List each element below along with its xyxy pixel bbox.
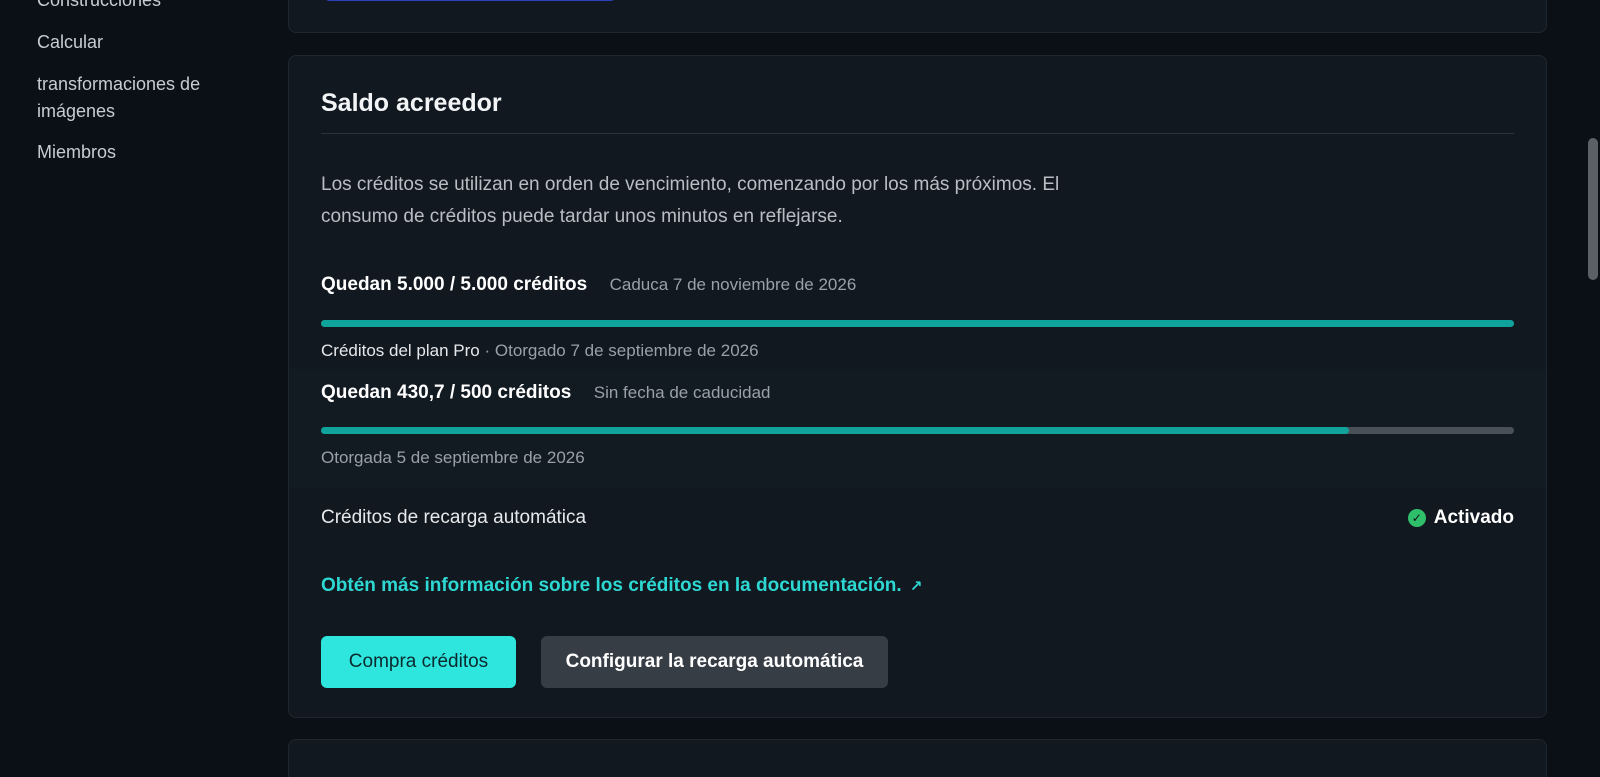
sidebar-item-image-transformations[interactable]: transformaciones de imágenes <box>37 71 237 125</box>
billing-page: Construcciones Calcular transformaciones… <box>0 0 1600 777</box>
credit-progress-bar <box>321 427 1514 434</box>
previous-card-button-edge[interactable] <box>325 0 615 1</box>
credit-progress-bar <box>321 320 1514 327</box>
credit-expiry: Caduca 7 de noviembre de 2026 <box>609 275 857 294</box>
auto-reload-status-text: Activado <box>1433 507 1514 528</box>
external-link-icon: ↗ <box>909 578 923 595</box>
credits-documentation-link[interactable]: Obtén más información sobre los créditos… <box>321 575 922 597</box>
credit-granted-date: · Otorgado 7 de septiembre de 2026 <box>479 341 759 360</box>
credit-expiry: Sin fecha de caducidad <box>593 383 771 402</box>
auto-reload-label: Créditos de recarga automática <box>321 507 587 528</box>
credit-grant-pro: Quedan 5.000 / 5.000 créditos Caduca 7 d… <box>289 261 1546 377</box>
credit-balance-card: Saldo acreedor Los créditos se utilizan … <box>288 55 1547 718</box>
scrollbar[interactable] <box>1584 0 1600 777</box>
credit-amount: Quedan 430,7 / 500 créditos <box>321 382 572 403</box>
sidebar-item-miembros[interactable]: Miembros <box>37 139 116 166</box>
credit-source: Créditos del plan Pro <box>321 341 480 360</box>
credit-grant-info: Otorgada 5 de septiembre de 2026 <box>321 448 585 468</box>
sidebar-item-calcular[interactable]: Calcular <box>37 29 103 56</box>
sidebar-item-construcciones[interactable]: Construcciones <box>37 0 161 14</box>
credit-amount: Quedan 5.000 / 5.000 créditos <box>321 274 588 295</box>
auto-reload-status: ✓ Activado <box>1407 507 1514 529</box>
previous-card <box>288 0 1547 33</box>
title-divider <box>321 133 1514 134</box>
check-circle-icon: ✓ <box>1407 509 1426 527</box>
credit-grant-header: Quedan 5.000 / 5.000 créditos Caduca 7 d… <box>321 274 856 296</box>
buy-credits-button[interactable]: Compra créditos <box>321 636 516 688</box>
sidebar: Construcciones Calcular transformaciones… <box>0 0 270 777</box>
credit-progress-fill <box>321 320 1514 327</box>
credit-granted-date: Otorgada 5 de septiembre de 2026 <box>321 448 585 467</box>
credit-grant-header: Quedan 430,7 / 500 créditos Sin fecha de… <box>321 382 771 404</box>
configure-auto-reload-button[interactable]: Configurar la recarga automática <box>541 636 888 688</box>
card-title: Saldo acreedor <box>321 89 502 117</box>
credit-grant-bonus: Quedan 430,7 / 500 créditos Sin fecha de… <box>289 369 1546 488</box>
credit-progress-fill <box>321 427 1349 434</box>
credit-grant-info: Créditos del plan Pro · Otorgado 7 de se… <box>321 341 759 361</box>
doc-link-text: Obtén más información sobre los créditos… <box>321 575 902 596</box>
scrollbar-thumb[interactable] <box>1588 138 1598 280</box>
credit-description: Los créditos se utilizan en orden de ven… <box>321 174 1060 227</box>
next-card <box>288 739 1547 777</box>
